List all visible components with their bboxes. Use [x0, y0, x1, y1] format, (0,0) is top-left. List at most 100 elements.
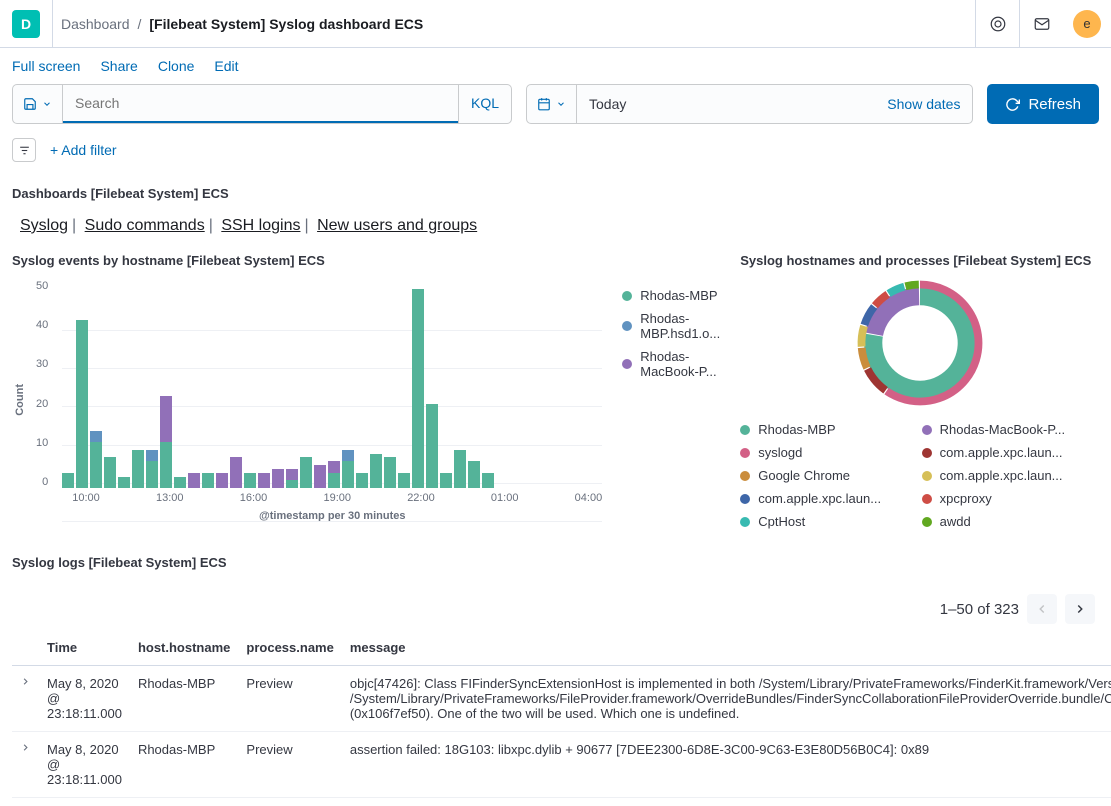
breadcrumb-current: [Filebeat System] Syslog dashboard ECS — [149, 16, 423, 32]
y-axis: 50403020100 — [36, 278, 52, 488]
edit-link[interactable]: Edit — [214, 58, 238, 74]
bar[interactable] — [188, 473, 200, 488]
bar[interactable] — [328, 461, 340, 488]
expand-row-button[interactable] — [12, 666, 39, 732]
bar[interactable] — [62, 473, 74, 488]
legend-swatch — [740, 448, 750, 458]
bar[interactable] — [440, 473, 452, 488]
cell-time: May 8, 2020 @ 23:18:11.000 — [39, 732, 130, 798]
mail-icon[interactable] — [1019, 0, 1063, 47]
legend-swatch — [622, 291, 632, 301]
add-filter-button[interactable]: + Add filter — [50, 142, 117, 158]
bar-chart-bars[interactable] — [62, 278, 602, 488]
saved-query-button[interactable] — [13, 85, 63, 123]
bar[interactable] — [370, 454, 382, 488]
legend-item[interactable]: Rhodas-MBP.hsd1.o... — [622, 311, 720, 341]
nav-sep: | — [205, 217, 217, 234]
col-process[interactable]: process.name — [238, 630, 341, 666]
breadcrumb-root[interactable]: Dashboard — [61, 16, 130, 32]
show-dates-link[interactable]: Show dates — [887, 96, 960, 112]
date-display[interactable]: Today Show dates — [577, 85, 972, 123]
donut-chart[interactable] — [855, 278, 985, 408]
bar[interactable] — [356, 473, 368, 488]
bar[interactable] — [104, 457, 116, 488]
full-screen-link[interactable]: Full screen — [12, 58, 80, 74]
nav-sudo[interactable]: Sudo commands — [85, 217, 205, 234]
legend-swatch — [740, 517, 750, 527]
legend-item[interactable]: Rhodas-MacBook-P... — [922, 422, 1083, 437]
col-time[interactable]: Time — [39, 630, 130, 666]
bar[interactable] — [454, 450, 466, 488]
newsfeed-icon[interactable] — [975, 0, 1019, 47]
clone-link[interactable]: Clone — [158, 58, 195, 74]
kql-button[interactable]: KQL — [458, 85, 511, 123]
nav-syslog[interactable]: Syslog — [20, 217, 68, 234]
share-link[interactable]: Share — [100, 58, 137, 74]
legend-item[interactable]: com.apple.xpc.laun... — [740, 491, 901, 506]
legend-label: com.apple.xpc.laun... — [758, 491, 881, 506]
chevron-left-icon — [1035, 602, 1049, 616]
bar[interactable] — [412, 289, 424, 488]
refresh-button[interactable]: Refresh — [987, 84, 1099, 124]
avatar[interactable]: e — [1073, 10, 1101, 38]
bar[interactable] — [244, 473, 256, 488]
bar[interactable] — [132, 450, 144, 488]
refresh-icon — [1005, 97, 1020, 112]
legend-item[interactable]: xpcproxy — [922, 491, 1083, 506]
breadcrumb: Dashboard / [Filebeat System] Syslog das… — [52, 0, 975, 47]
bar[interactable] — [314, 465, 326, 488]
legend-label: com.apple.xpc.laun... — [940, 445, 1063, 460]
search-input[interactable] — [63, 85, 458, 123]
legend-item[interactable]: Rhodas-MBP — [740, 422, 901, 437]
bar[interactable] — [342, 450, 354, 488]
legend-item[interactable]: Rhodas-MBP — [622, 288, 720, 303]
legend-item[interactable]: awdd — [922, 514, 1083, 529]
bar[interactable] — [174, 477, 186, 488]
legend-item[interactable]: Rhodas-MacBook-P... — [622, 349, 720, 379]
bar[interactable] — [286, 469, 298, 488]
bar[interactable] — [160, 396, 172, 488]
col-message[interactable]: message — [342, 630, 1111, 666]
chevron-down-icon — [556, 99, 566, 109]
bar[interactable] — [258, 473, 270, 488]
dashboard-nav: Syslog| Sudo commands| SSH logins| New u… — [12, 207, 1099, 253]
legend-swatch — [622, 321, 632, 331]
nav-ssh[interactable]: SSH logins — [221, 217, 300, 234]
bar[interactable] — [118, 477, 130, 488]
col-host[interactable]: host.hostname — [130, 630, 238, 666]
legend-item[interactable]: Google Chrome — [740, 468, 901, 483]
legend-swatch — [922, 494, 932, 504]
dashboards-title: Dashboards [Filebeat System] ECS — [12, 182, 1099, 207]
bar[interactable] — [202, 473, 214, 488]
bar[interactable] — [398, 473, 410, 488]
legend-swatch — [740, 471, 750, 481]
expand-row-button[interactable] — [12, 732, 39, 798]
date-quick-button[interactable] — [527, 85, 577, 123]
y-axis-label: Count — [12, 384, 26, 416]
bar[interactable] — [272, 469, 284, 488]
cell-host: Rhodas-MBP — [130, 732, 238, 798]
cell-time: May 8, 2020 @ 23:18:11.000 — [39, 666, 130, 732]
bar[interactable] — [426, 404, 438, 488]
legend-swatch — [740, 494, 750, 504]
pager-prev-button[interactable] — [1027, 594, 1057, 624]
legend-item[interactable]: syslogd — [740, 445, 901, 460]
bar[interactable] — [216, 473, 228, 488]
bar[interactable] — [300, 457, 312, 488]
legend-item[interactable]: com.apple.xpc.laun... — [922, 445, 1083, 460]
legend-item[interactable]: com.apple.xpc.laun... — [922, 468, 1083, 483]
bar[interactable] — [482, 473, 494, 488]
bar[interactable] — [76, 320, 88, 488]
bar[interactable] — [384, 457, 396, 488]
bar[interactable] — [90, 431, 102, 488]
filter-icon — [18, 144, 31, 157]
bar[interactable] — [230, 457, 242, 488]
bar[interactable] — [468, 461, 480, 488]
bar[interactable] — [146, 450, 158, 488]
legend-item[interactable]: CptHost — [740, 514, 901, 529]
pager-next-button[interactable] — [1065, 594, 1095, 624]
filter-toggle-button[interactable] — [12, 138, 36, 162]
refresh-label: Refresh — [1028, 96, 1081, 113]
nav-users[interactable]: New users and groups — [317, 217, 477, 234]
filter-bar: + Add filter — [0, 134, 1111, 174]
